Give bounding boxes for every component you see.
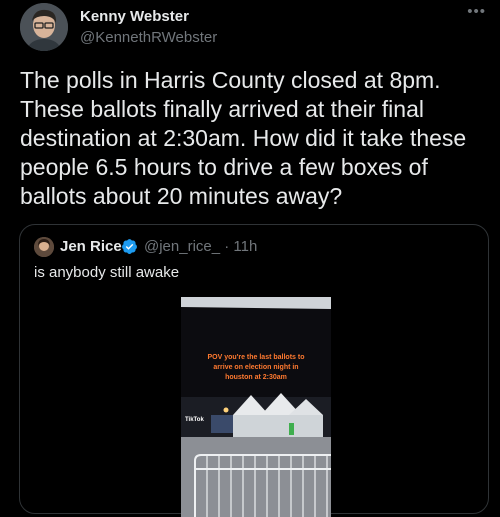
quoted-author-name[interactable]: Jen Rice xyxy=(60,238,122,255)
quoted-tweet[interactable]: Jen Rice @jen_rice_ · 11h is anybody sti… xyxy=(19,224,489,517)
video-caption: POV you're the last ballots to arrive on… xyxy=(207,354,305,381)
more-options-icon[interactable]: ••• xyxy=(467,3,486,20)
quoted-handle-time[interactable]: @jen_rice_ · 11h xyxy=(144,238,257,255)
author-handle[interactable]: @KennethRWebster xyxy=(80,29,217,46)
author-name[interactable]: Kenny Webster xyxy=(80,8,189,25)
author-avatar[interactable] xyxy=(20,3,68,51)
tiktok-watermark: TikTok xyxy=(185,417,204,423)
tweet-text: The polls in Harris County closed at 8pm… xyxy=(20,67,467,209)
quoted-video[interactable]: POV you're the last ballots to arrive on… xyxy=(181,297,331,517)
verified-badge-icon xyxy=(122,239,137,254)
quoted-text: is anybody still awake xyxy=(34,264,180,281)
video-scene xyxy=(181,297,331,517)
quoted-avatar[interactable] xyxy=(34,237,54,257)
